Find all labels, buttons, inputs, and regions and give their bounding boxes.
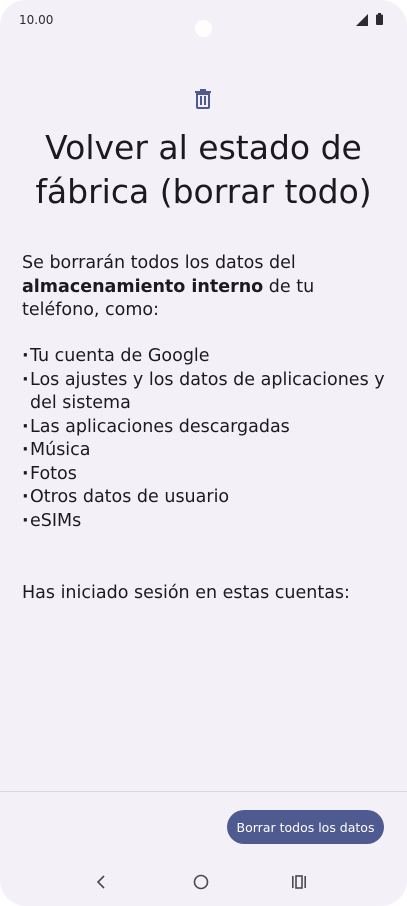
screen: 10.00 Volver al estado de fábrica (borra… xyxy=(0,0,407,906)
page-title-line-1: Volver al estado de xyxy=(45,128,362,167)
list-item: Los ajustes y los datos de aplicaciones … xyxy=(22,369,392,416)
intro-text: Se borrarán todos los datos del almacena… xyxy=(22,252,392,323)
list-item: Música xyxy=(22,439,392,463)
data-list: Tu cuenta de Google Los ajustes y los da… xyxy=(22,345,392,533)
status-time: 10.00 xyxy=(19,13,54,27)
list-item: eSIMs xyxy=(22,510,392,534)
list-item: Otros datos de usuario xyxy=(22,486,392,510)
camera-cutout xyxy=(195,20,212,37)
erase-all-data-button[interactable]: Borrar todos los datos xyxy=(227,810,384,844)
navigation-bar xyxy=(0,862,407,902)
home-icon[interactable] xyxy=(192,873,210,891)
back-icon[interactable] xyxy=(94,872,108,892)
list-item: Las aplicaciones descargadas xyxy=(22,416,392,440)
recents-icon[interactable] xyxy=(290,873,308,891)
page-title-line-2: fábrica (borrar todo) xyxy=(35,172,372,211)
list-item: Fotos xyxy=(22,463,392,487)
battery-icon xyxy=(376,13,383,25)
intro-text-bold: almacenamiento interno xyxy=(22,276,264,297)
accounts-label: Has iniciado sesión en estas cuentas: xyxy=(22,583,350,603)
status-bar: 10.00 xyxy=(0,0,407,40)
list-item: Tu cuenta de Google xyxy=(22,345,392,369)
trash-icon xyxy=(195,89,211,109)
intro-text-before: Se borrarán todos los datos del xyxy=(22,253,296,273)
footer-divider xyxy=(0,791,407,792)
signal-icon xyxy=(356,14,368,26)
page-title: Volver al estado de fábrica (borrar todo… xyxy=(0,126,407,214)
